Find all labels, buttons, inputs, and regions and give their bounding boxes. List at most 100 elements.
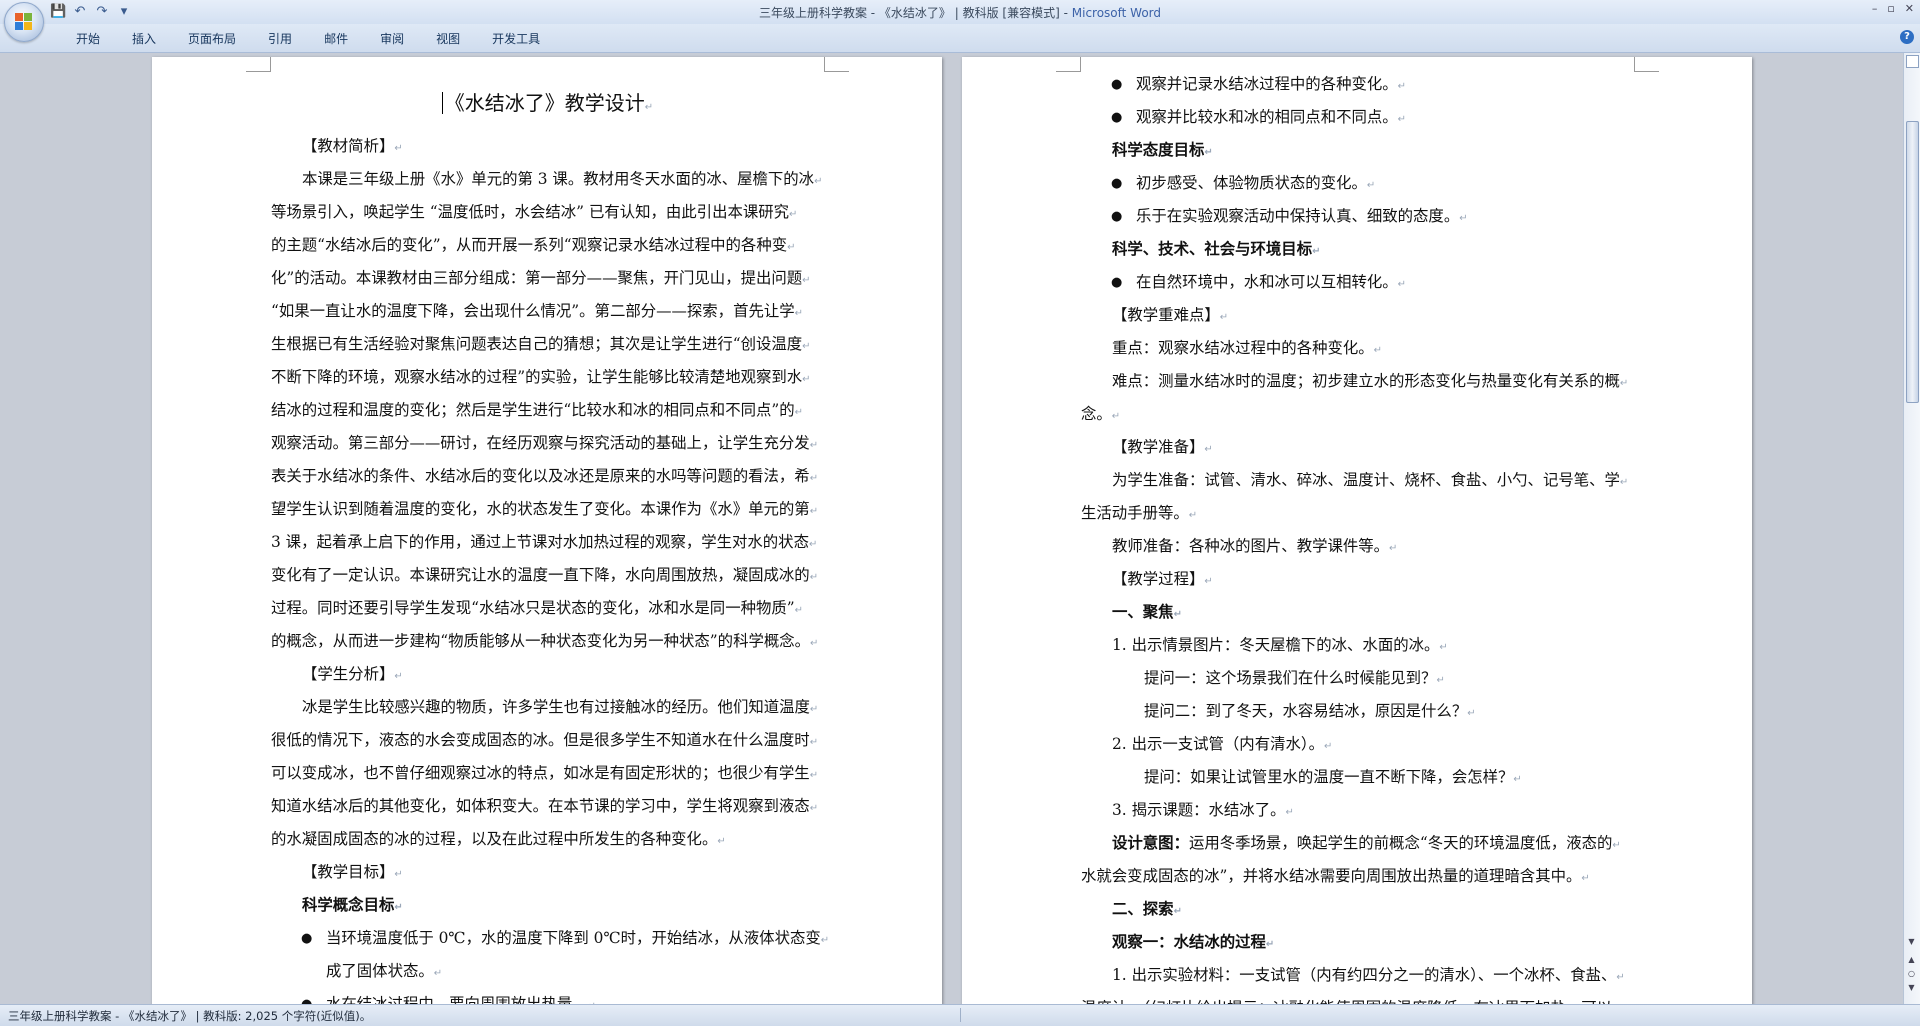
paragraph-mark: ↵ [433,968,443,979]
paragraph-text: 【教材简析】 [302,137,395,155]
paragraph-text: 在自然环境中，水和冰可以互相转化。 [1136,273,1398,291]
paragraph-line: 为学生准备：试管、清水、碎冰、温度计、烧杯、食盐、小勺、记号笔、学↵ [1081,465,1634,498]
tab-page-layout[interactable]: 页面布局 [172,30,252,48]
paragraph-text: 本课是三年级上册《水》单元的第 3 课。教材用冬天水面的冰、屋檐下的冰 [302,170,815,188]
paragraph-mark: ↵ [794,407,804,418]
paragraph-line: 2. 出示一支试管（内有清水）。↵ [1081,729,1634,762]
paragraph-line: 乐于在实验观察活动中保持认真、细致的态度。↵ [1081,201,1634,234]
office-button[interactable] [4,2,44,42]
paragraph-text: 的主题“水结冰后的变化”，从而开展一系列“观察记录水结冰过程中的各种变 [271,236,788,254]
paragraph-text: 过程。同时还要引导学生发现“水结冰只是状态的变化，冰和水是同一种物质” [271,599,795,617]
paragraph-line: 生根据已有生活经验对聚焦问题表达自己的猜想；其次是让学生进行“创设温度↵ [271,329,824,362]
paragraph-line: 3. 揭示课题：水结冰了。↵ [1081,795,1634,828]
ribbon-tabs: 开始 插入 页面布局 引用 邮件 审阅 视图 开发工具 [60,30,556,48]
paragraph-line: 一、聚焦↵ [1081,597,1634,630]
paragraph-line: 很低的情况下，液态的水会变成固态的冰。但是很多学生不知道水在什么温度时↵ [271,725,824,758]
ruler-toggle-button[interactable] [1906,55,1919,68]
paragraph-mark: ↵ [820,935,830,946]
paragraph-text: 不断下降的环境，观察水结冰的过程”的实验，让学生能够比较清楚地观察到水 [271,368,803,386]
paragraph-mark: ↵ [1459,213,1468,224]
paragraph-mark: ↵ [789,209,798,220]
paragraph-line: 结冰的过程和温度的变化；然后是学生进行“比较水和冰的相同点和不同点”的↵ [271,395,824,428]
tab-developer[interactable]: 开发工具 [476,30,556,48]
document-area[interactable]: 《水结冰了》教学设计↵ 【教材简析】↵ 本课是三年级上册《水》单元的第 3 课。教… [0,53,1904,1004]
paragraph-mark: ↵ [1581,873,1590,884]
next-page-icon[interactable]: ▼ [1907,983,1916,992]
help-icon[interactable]: ? [1900,30,1914,44]
paragraph-mark: ↵ [1467,708,1476,719]
close-button[interactable]: ✕ [1905,2,1914,15]
redo-icon[interactable]: ↷ [94,4,110,20]
tab-references[interactable]: 引用 [252,30,308,48]
vertical-scrollbar[interactable]: ▼ ▲ ○ ▼ [1903,53,1920,1004]
paragraph-line: 【教学过程】↵ [1081,564,1634,597]
paragraph-line: 变化有了一定认识。本课研究让水的温度一直下降，水向周围放热，凝固成冰的↵ [271,560,824,593]
paragraph-line: 提问二：到了冬天，水容易结冰，原因是什么？↵ [1081,696,1634,729]
tab-review[interactable]: 审阅 [364,30,420,48]
paragraph-text: 3. 揭示课题：水结冰了。 [1112,801,1286,819]
tab-home[interactable]: 开始 [60,30,116,48]
paragraph-mark: ↵ [802,275,811,286]
paragraph-text: 当环境温度低于 0℃，水的温度下降到 0℃时，开始结冰，从液体状态变 [326,929,821,947]
paragraph-mark: ↵ [1616,972,1625,983]
paragraph-line: 冰是学生比较感兴趣的物质，许多学生也有过接触冰的经历。他们知道温度↵ [271,692,824,725]
paragraph-line: 可以变成冰，也不曾仔细观察过冰的特点，如冰是有固定形状的；也很少有学生↵ [271,758,824,791]
save-icon[interactable]: 💾 [50,4,66,20]
paragraph-mark: ↵ [644,102,654,113]
scroll-down-arrow-icon[interactable]: ▼ [1907,937,1916,946]
paragraph-mark: ↵ [787,242,796,253]
paragraph-text: 成了固体状态。 [326,962,434,980]
tab-view[interactable]: 视图 [420,30,476,48]
paragraph-line: 过程。同时还要引导学生发现“水结冰只是状态的变化，冰和水是同一种物质”↵ [271,593,824,626]
page-left-content: 《水结冰了》教学设计↵ 【教材简析】↵ 本课是三年级上册《水》单元的第 3 课。教… [271,57,829,1004]
paragraph-line: 观察一：水结冰的过程↵ [1081,927,1634,960]
paragraph-mark: ↵ [1204,576,1213,587]
paragraph-mark: ↵ [802,341,811,352]
paragraph-text: 【教学重难点】 [1112,306,1220,324]
paragraph-text: 化”的活动。本课教材由三部分组成：第一部分——聚焦，开门见山，提出问题 [271,269,803,287]
paragraph-line: 提问：如果让试管里水的温度一直不断下降，会怎样？↵ [1081,762,1634,795]
page-left[interactable]: 《水结冰了》教学设计↵ 【教材简析】↵ 本课是三年级上册《水》单元的第 3 课。教… [152,57,942,1004]
paragraph-mark: ↵ [1265,939,1275,950]
tab-insert[interactable]: 插入 [116,30,172,48]
paragraph-text: 科学概念目标 [302,896,395,914]
paragraph-line: 念。↵ [1081,399,1634,432]
window-controls: – ▫ ✕ [1872,2,1914,15]
tab-mailings[interactable]: 邮件 [308,30,364,48]
select-browse-object-icon[interactable]: ○ [1907,969,1916,978]
paragraph-line: 1. 出示情景图片：冬天屋檐下的冰、水面的冰。↵ [1081,630,1634,663]
paragraph-mark: ↵ [1397,81,1407,92]
paragraph-mark: ↵ [1389,543,1398,554]
paragraph-line: 的主题“水结冰后的变化”，从而开展一系列“观察记录水结冰过程中的各种变↵ [271,230,824,263]
office-logo-icon [15,13,33,31]
paragraph-mark: ↵ [1312,246,1321,257]
scroll-thumb[interactable] [1906,121,1919,403]
document-title-text: 《水结冰了》教学设计 [444,91,645,115]
minimize-button[interactable]: – [1872,2,1878,15]
paragraph-line: 难点：测量水结冰时的温度；初步建立水的形态变化与热量变化有关系的概↵ [1081,366,1634,399]
paragraph-text: 观察一：水结冰的过程 [1112,933,1266,951]
paragraph-line: 【教学目标】↵ [271,857,824,890]
paragraph-text: 科学、技术、社会与环境目标 [1112,240,1313,258]
paragraph-text: 设计意图：运用冬季场景，唤起学生的前概念“冬天的环境温度低，液态的 [1112,834,1613,852]
maximize-button[interactable]: ▫ [1887,2,1894,15]
page-right[interactable]: 观察并记录水结冰过程中的各种变化。↵观察并比较水和冰的相同点和不同点。↵科学态度… [962,57,1752,1004]
paragraph-line: 设计意图：运用冬季场景，唤起学生的前概念“冬天的环境温度低，液态的↵ [1081,828,1634,861]
window-title-app: Microsoft Word [1071,6,1162,20]
customize-qat-icon[interactable]: ▾ [116,4,132,20]
previous-page-icon[interactable]: ▲ [1907,955,1916,964]
paragraph-text: 为学生准备：试管、清水、碎冰、温度计、烧杯、食盐、小勺、记号笔、学 [1112,471,1620,489]
paragraph-text: 难点：测量水结冰时的温度；初步建立水的形态变化与热量变化有关系的概 [1112,372,1620,390]
paragraph-text: 1. 出示情景图片：冬天屋檐下的冰、水面的冰。 [1112,636,1440,654]
paragraph-mark: ↵ [794,605,804,616]
paragraph-line: 【教材简析】↵ [271,131,824,164]
paragraph-text: 很低的情况下，液态的水会变成固态的冰。但是很多学生不知道水在什么温度时 [271,731,810,749]
paragraph-line: 1. 出示实验材料：一支试管（内有约四分之一的清水）、一个冰杯、食盐、↵ [1081,960,1634,993]
paragraph-mark: ↵ [808,539,818,550]
paragraph-line: 科学概念目标↵ [271,890,824,923]
paragraph-line: 的概念，从而进一步建构“物质能够从一种状态变化为另一种状态”的科学概念。↵ [271,626,824,659]
paragraph-text: 知道水结冰后的其他变化，如体积变大。在本节课的学习中，学生将观察到液态 [271,797,810,815]
undo-icon[interactable]: ↶ [72,4,88,20]
paragraph-mark: ↵ [814,176,823,187]
paragraph-line: 3 课，起着承上启下的作用，通过上节课对水加热过程的观察，学生对水的状态↵ [271,527,824,560]
